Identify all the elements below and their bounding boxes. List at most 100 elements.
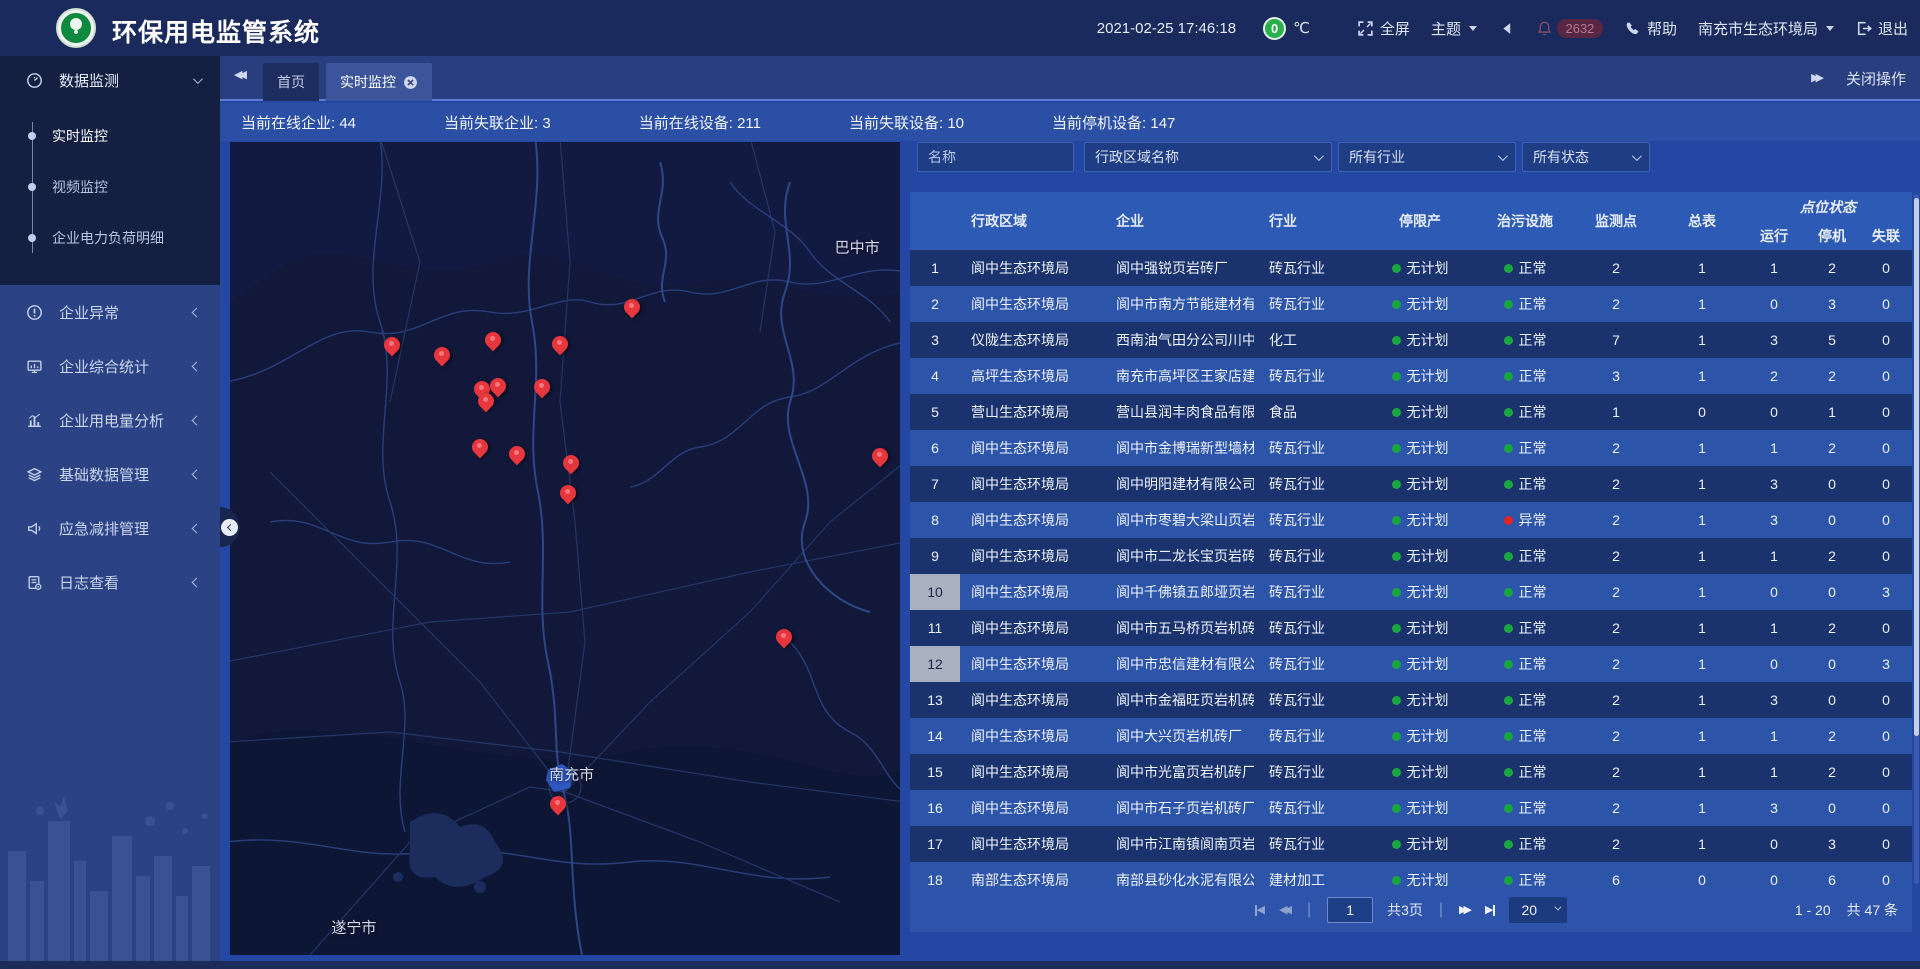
facility-text: 异常 [1519,510,1547,530]
production-text: 无计划 [1407,870,1449,888]
status-select[interactable]: 所有状态 [1522,142,1650,172]
tab-home[interactable]: 首页 [263,63,319,101]
map-marker-icon[interactable] [624,299,640,315]
table-row[interactable]: 5营山生态环境局营山县润丰肉食品有限食品无计划正常10010 [910,394,1912,430]
table-row[interactable]: 15阆中生态环境局阆中市光富页岩机砖厂砖瓦行业无计划正常21120 [910,754,1912,790]
cell-meter: 1 [1660,322,1744,358]
table-row[interactable]: 16阆中生态环境局阆中市石子页岩机砖厂砖瓦行业无计划正常21300 [910,790,1912,826]
table-row[interactable]: 14阆中生态环境局阆中大兴页岩机砖厂砖瓦行业无计划正常21120 [910,718,1912,754]
map-marker-icon[interactable] [384,337,400,353]
tabs-scroll-left-icon[interactable]: ◀◀ [234,70,247,81]
pagination-first-button[interactable]: ◀ [1255,905,1265,916]
map-marker-icon[interactable] [552,336,568,352]
fullscreen-button[interactable]: 全屏 [1357,18,1410,39]
pagination-next-button[interactable]: ▶▶ [1459,905,1471,916]
sidebar: 数据监测实时监控视频监控企业电力负荷明细企业异常企业综合统计企业用电量分析基础数… [0,56,220,961]
page-size-select[interactable]: 20 [1509,897,1567,923]
table-row[interactable]: 7阆中生态环境局阆中明阳建材有限公司砖瓦行业无计划正常21300 [910,466,1912,502]
map-marker-icon[interactable] [478,393,494,409]
page-number-input[interactable] [1327,897,1373,923]
table-row[interactable]: 8阆中生态环境局阆中市枣碧大梁山页岩砖瓦行业无计划异常21300 [910,502,1912,538]
map-marker-icon[interactable] [872,448,888,464]
cell-offline: 0 [1860,502,1912,538]
cell-stop: 2 [1804,538,1860,574]
cell-industry: 建材加工 [1254,862,1362,888]
stats-icon [26,358,43,375]
cell-monitor: 2 [1572,430,1660,466]
pagination-last-button[interactable]: ▶ [1485,905,1495,916]
table-row[interactable]: 6阆中生态环境局阆中市金博瑞新型墙材砖瓦行业无计划正常21120 [910,430,1912,466]
table-row[interactable]: 11阆中生态环境局阆中市五马桥页岩机砖砖瓦行业无计划正常21120 [910,610,1912,646]
sound-toggle-button[interactable] [1498,20,1515,37]
tabs-scroll-right-icon[interactable]: ▶▶ [1811,73,1824,84]
cell-stop: 0 [1804,682,1860,718]
map-marker-icon[interactable] [560,485,576,501]
table-row[interactable]: 9阆中生态环境局阆中市二龙长宝页岩砖砖瓦行业无计划正常21120 [910,538,1912,574]
cell-index: 12 [910,646,960,682]
table-row[interactable]: 12阆中生态环境局阆中市忠信建材有限公砖瓦行业无计划正常21003 [910,646,1912,682]
tab-realtime[interactable]: 实时监控 [326,63,432,101]
cell-index: 16 [910,790,960,826]
table-row[interactable]: 1阆中生态环境局阆中强锐页岩砖厂砖瓦行业无计划正常21120 [910,250,1912,286]
sidebar-item-power-load-detail[interactable]: 企业电力负荷明细 [0,212,220,263]
cell-production-status: 无计划 [1362,322,1478,358]
theme-button[interactable]: 主题 [1431,18,1477,39]
cell-industry: 砖瓦行业 [1254,754,1362,790]
pagination-bar: ◀ ◀◀ | 共3页 | ▶▶ ▶ 20 1 - 20 共 47 条 [910,888,1912,932]
cell-meter: 1 [1660,790,1744,826]
map-marker-icon[interactable] [550,796,566,812]
table-row[interactable]: 18南部生态环境局南部县砂化水泥有限公建材加工无计划正常60060 [910,862,1912,888]
sidebar-item-realtime-monitor[interactable]: 实时监控 [0,110,220,161]
sidebar-item-enterprise-abnormal[interactable]: 企业异常 [0,285,220,339]
pagination-prev-button[interactable]: ◀◀ [1279,905,1291,916]
cell-offline: 0 [1860,610,1912,646]
sidebar-item-log-view[interactable]: 日志查看 [0,555,220,609]
map-marker-icon[interactable] [534,379,550,395]
cell-facility-status: 正常 [1478,358,1572,394]
production-text: 无计划 [1407,438,1449,458]
map-marker-icon[interactable] [563,455,579,471]
map-marker-icon[interactable] [776,629,792,645]
sidebar-item-video-monitor[interactable]: 视频监控 [0,161,220,212]
cell-stop: 2 [1804,610,1860,646]
table-scrollbar[interactable] [1914,194,1919,884]
industry-select[interactable]: 所有行业 [1338,142,1516,172]
cell-facility-status: 正常 [1478,574,1572,610]
sidebar-item-enterprise-stats[interactable]: 企业综合统计 [0,339,220,393]
scrollbar-thumb[interactable] [1914,198,1919,736]
production-text: 无计划 [1407,690,1449,710]
col-offline: 失联 [1860,221,1912,250]
cell-run: 0 [1744,286,1804,322]
close-icon[interactable] [403,75,418,90]
cell-offline: 0 [1860,358,1912,394]
sidebar-item-emergency-reduction[interactable]: 应急减排管理 [0,501,220,555]
sidebar-item-power-analysis[interactable]: 企业用电量分析 [0,393,220,447]
logout-button[interactable]: 退出 [1855,18,1908,39]
map-marker-icon[interactable] [485,332,501,348]
cell-industry: 砖瓦行业 [1254,646,1362,682]
map-marker-icon[interactable] [490,378,506,394]
region-select[interactable]: 行政区域名称 [1084,142,1332,172]
name-search-input[interactable] [917,142,1074,172]
notifications-button[interactable]: 2632 [1536,19,1603,38]
sidebar-item-data-monitor[interactable]: 数据监测 [0,56,220,104]
map-marker-icon[interactable] [434,347,450,363]
table-row[interactable]: 17阆中生态环境局阆中市江南镇阆南页岩砖瓦行业无计划正常21030 [910,826,1912,862]
help-button[interactable]: 帮助 [1624,18,1677,39]
map-marker-icon[interactable] [509,446,525,462]
table-row[interactable]: 4高坪生态环境局南充市高坪区王家店建砖瓦行业无计划正常31220 [910,358,1912,394]
cell-stop: 2 [1804,358,1860,394]
table-row[interactable]: 2阆中生态环境局阆中市南方节能建材有砖瓦行业无计划正常21030 [910,286,1912,322]
map-marker-icon[interactable] [472,439,488,455]
user-menu-button[interactable]: 南充市生态环境局 [1698,18,1834,39]
sidebar-item-base-data[interactable]: 基础数据管理 [0,447,220,501]
table-row[interactable]: 3仪陇生态环境局西南油气田分公司川中化工无计划正常71350 [910,322,1912,358]
cell-index: 5 [910,394,960,430]
col-industry: 行业 [1254,192,1362,250]
map-panel[interactable]: 巴中市南充市遂宁市 [230,142,900,955]
table-row[interactable]: 10阆中生态环境局阆中千佛镇五郎垭页岩砖瓦行业无计划正常21003 [910,574,1912,610]
cell-run: 3 [1744,502,1804,538]
close-operations-button[interactable]: 关闭操作 [1846,68,1906,89]
table-row[interactable]: 13阆中生态环境局阆中市金福旺页岩机砖砖瓦行业无计划正常21300 [910,682,1912,718]
cell-index: 10 [910,574,960,610]
